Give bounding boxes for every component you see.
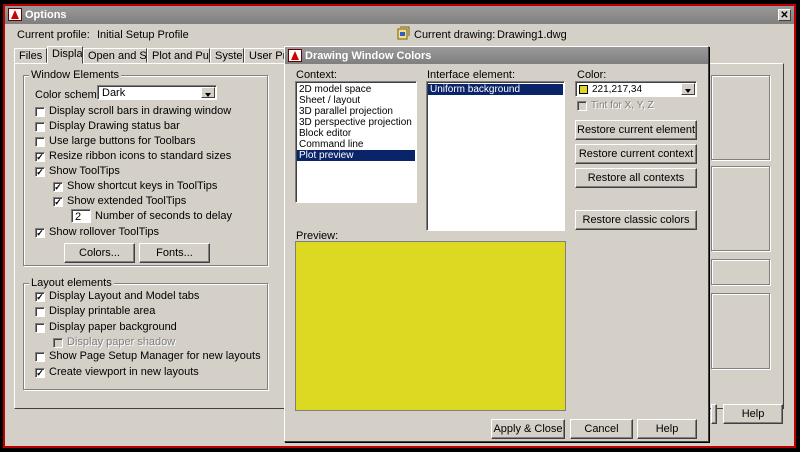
extended-tooltips-label: Show extended ToolTips xyxy=(67,195,187,207)
color-label: Color: xyxy=(577,69,607,81)
printable-area-label: Display printable area xyxy=(49,305,156,317)
rollover-tooltips-checkbox[interactable]: ✓ xyxy=(35,228,45,238)
window-elements-title: Window Elements xyxy=(29,69,122,81)
right-group-1 xyxy=(711,75,770,160)
layout-model-tabs-checkbox[interactable]: ✓ xyxy=(35,292,45,302)
page-setup-manager-checkbox[interactable] xyxy=(35,352,45,362)
tint-xyz-checkbox xyxy=(577,101,587,111)
scroll-bars-label: Display scroll bars in drawing window xyxy=(49,105,232,117)
list-item[interactable]: 3D perspective projection xyxy=(297,117,415,128)
layout-model-tabs-label: Display Layout and Model tabs xyxy=(49,290,200,302)
current-drawing-value: Drawing1.dwg xyxy=(497,29,567,41)
context-list[interactable]: 2D model space Sheet / layout 3D paralle… xyxy=(295,81,417,203)
shortcut-keys-checkbox[interactable]: ✓ xyxy=(53,182,63,192)
status-bar-checkbox[interactable] xyxy=(35,122,45,132)
right-group-2 xyxy=(711,166,770,251)
chevron-down-icon[interactable] xyxy=(681,83,695,95)
list-item[interactable]: Sheet / layout xyxy=(297,95,415,106)
paper-background-label: Display paper background xyxy=(49,321,177,333)
tab-plot-and-publish[interactable]: Plot and Publish xyxy=(147,48,210,63)
tab-display[interactable]: Display xyxy=(47,46,83,64)
options-close-button[interactable]: ✕ xyxy=(778,9,791,21)
colors-button[interactable]: Colors... xyxy=(64,243,135,263)
restore-classic-colors-button[interactable]: Restore classic colors xyxy=(575,210,697,230)
layout-elements-title: Layout elements xyxy=(29,277,114,289)
create-viewport-checkbox[interactable]: ✓ xyxy=(35,368,45,378)
fonts-button[interactable]: Fonts... xyxy=(139,243,210,263)
cancel-button[interactable]: Cancel xyxy=(570,419,633,439)
list-item[interactable]: Command line xyxy=(297,139,415,150)
apply-and-close-button[interactable]: Apply & Close xyxy=(491,419,565,439)
drawing-window-colors-dialog: Drawing Window Colors Context: 2D model … xyxy=(284,46,709,442)
list-item[interactable]: Block editor xyxy=(297,128,415,139)
restore-current-context-button[interactable]: Restore current context xyxy=(575,144,697,164)
context-label: Context: xyxy=(296,69,337,81)
seconds-delay-label: Number of seconds to delay xyxy=(95,210,232,222)
restore-all-contexts-button[interactable]: Restore all contexts xyxy=(575,168,697,188)
large-buttons-label: Use large buttons for Toolbars xyxy=(49,135,196,147)
color-scheme-label: Color scheme: xyxy=(35,89,106,101)
color-value: 221,217,34 xyxy=(592,84,643,95)
resize-ribbon-label: Resize ribbon icons to standard sizes xyxy=(49,150,232,162)
tab-system[interactable]: System xyxy=(210,48,244,63)
right-group-4 xyxy=(711,293,770,369)
color-swatch xyxy=(579,85,588,94)
paper-background-checkbox[interactable] xyxy=(35,323,45,333)
paper-shadow-checkbox xyxy=(53,338,63,348)
seconds-delay-input[interactable]: 2 xyxy=(71,209,91,223)
scroll-bars-checkbox[interactable] xyxy=(35,107,45,117)
restore-current-element-button[interactable]: Restore current element xyxy=(575,120,697,140)
list-item-selected[interactable]: Uniform background xyxy=(428,84,563,95)
large-buttons-checkbox[interactable] xyxy=(35,137,45,147)
autocad-logo-icon xyxy=(288,49,302,62)
help-button[interactable]: Help xyxy=(637,419,697,439)
status-bar-label: Display Drawing status bar xyxy=(49,120,180,132)
show-tooltips-checkbox[interactable]: ✓ xyxy=(35,167,45,177)
tint-xyz-label: Tint for X, Y, Z xyxy=(591,100,654,111)
rollover-tooltips-label: Show rollover ToolTips xyxy=(49,226,160,238)
extended-tooltips-checkbox[interactable]: ✓ xyxy=(53,197,63,207)
paper-shadow-label: Display paper shadow xyxy=(67,336,176,348)
current-drawing-label: Current drawing: xyxy=(414,29,496,41)
interface-element-label: Interface element: xyxy=(427,69,516,81)
page-setup-manager-label: Show Page Setup Manager for new layouts xyxy=(49,350,261,362)
list-item-selected[interactable]: Plot preview xyxy=(297,150,415,161)
color-scheme-dropdown[interactable]: Dark xyxy=(97,85,217,100)
printable-area-checkbox[interactable] xyxy=(35,307,45,317)
create-viewport-label: Create viewport in new layouts xyxy=(49,366,199,378)
chevron-down-icon[interactable] xyxy=(201,87,215,98)
options-title: Options xyxy=(25,9,67,21)
options-cancel-button-partial[interactable] xyxy=(711,404,717,424)
current-profile-label: Current profile: xyxy=(17,29,90,41)
resize-ribbon-checkbox[interactable]: ✓ xyxy=(35,152,45,162)
shortcut-keys-label: Show shortcut keys in ToolTips xyxy=(67,180,218,192)
autocad-logo-icon xyxy=(8,8,22,21)
seconds-delay-value: 2 xyxy=(75,211,82,223)
current-profile-value: Initial Setup Profile xyxy=(97,29,189,41)
dialog-titlebar[interactable]: Drawing Window Colors xyxy=(285,47,708,64)
list-item[interactable]: 3D parallel projection xyxy=(297,106,415,117)
tab-files[interactable]: Files xyxy=(14,48,47,63)
color-dropdown[interactable]: 221,217,34 xyxy=(575,81,697,97)
dialog-title: Drawing Window Colors xyxy=(305,50,432,62)
options-titlebar[interactable]: Options ✕ xyxy=(5,6,794,24)
show-tooltips-label: Show ToolTips xyxy=(49,165,120,177)
right-group-3 xyxy=(711,259,770,285)
interface-element-list[interactable]: Uniform background xyxy=(426,81,565,231)
options-help-button[interactable]: Help xyxy=(723,404,783,424)
tab-open-and-save[interactable]: Open and Save xyxy=(83,48,147,63)
preview-area xyxy=(295,241,566,411)
list-item[interactable]: 2D model space xyxy=(297,84,415,95)
drawing-file-icon xyxy=(397,26,410,40)
color-scheme-value: Dark xyxy=(102,87,126,99)
